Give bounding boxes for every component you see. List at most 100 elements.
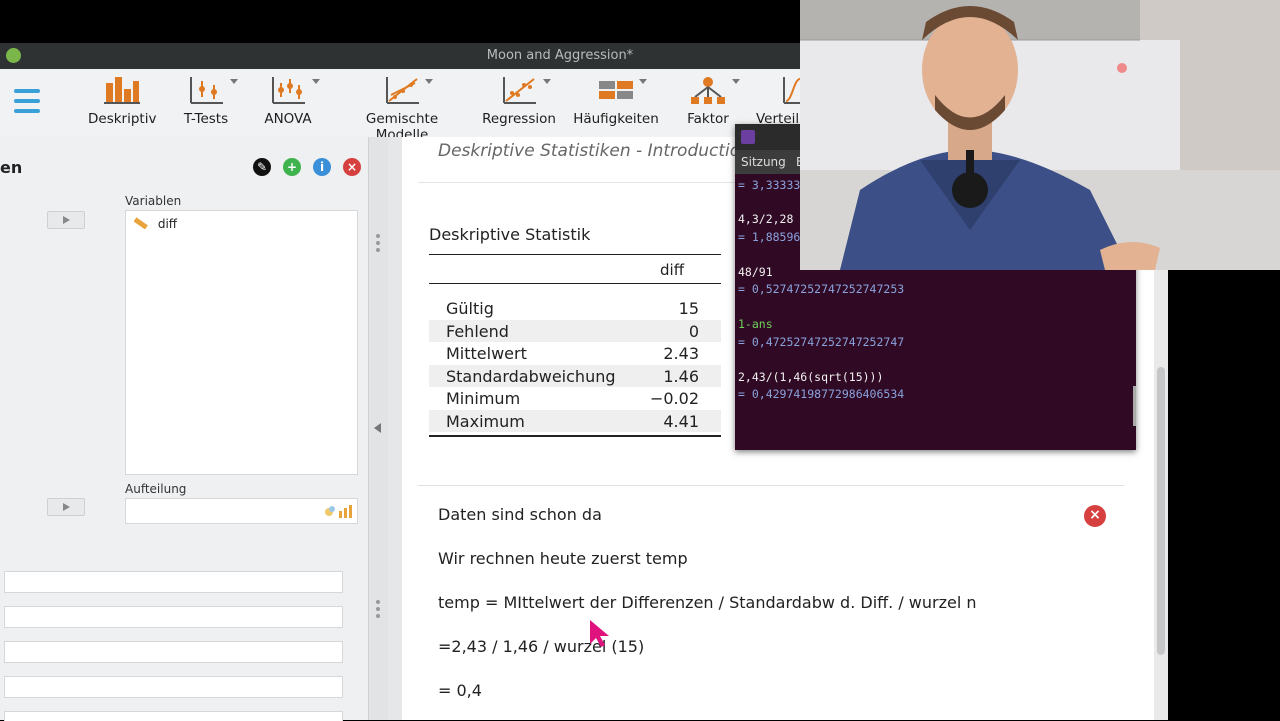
row-value: 1.46	[663, 367, 699, 386]
edit-title-icon[interactable]: ✎	[253, 158, 271, 176]
regression-icon	[503, 77, 536, 104]
ribbon-item-verteilungen[interactable]: Verteil	[756, 75, 800, 127]
distribution-icon	[783, 77, 800, 104]
move-to-split-button[interactable]	[47, 498, 85, 516]
table-rule-bottom	[429, 435, 721, 437]
table-rule-top	[429, 254, 721, 255]
black-bar-right	[1176, 270, 1280, 720]
chevron-down-icon	[230, 79, 238, 84]
ribbon-toolbar: Deskriptiv T-Tests ANOVA Gemischte Model…	[0, 69, 800, 143]
divider	[418, 485, 1124, 486]
ruler-icon	[133, 217, 148, 230]
ribbon-item-label: Deskriptiv	[88, 111, 157, 127]
table-row: Fehlend 0	[429, 320, 721, 342]
split-box[interactable]	[125, 498, 358, 524]
variables-list[interactable]: diff	[125, 210, 358, 475]
drag-handle-icon[interactable]	[376, 600, 380, 621]
options-panel-title: en	[0, 158, 23, 177]
bar-chart-icon	[104, 77, 140, 104]
option-row[interactable]	[4, 641, 343, 663]
ribbon-item-t-tests[interactable]: T-Tests	[180, 75, 238, 127]
row-value: 15	[678, 299, 699, 318]
row-label: Minimum	[446, 389, 521, 408]
chevron-down-icon	[732, 79, 740, 84]
terminal-input: 2,43/(1,46(sqrt(15)))	[738, 370, 884, 384]
hamburger-menu-icon[interactable]	[14, 89, 40, 119]
ribbon-item-label: Häufigkeiten	[573, 111, 659, 127]
anova-icon	[272, 77, 305, 104]
add-icon[interactable]: +	[283, 158, 301, 176]
row-value: 4.41	[663, 412, 699, 431]
note-line[interactable]: = 0,4	[438, 681, 482, 700]
variables-label: Variablen	[125, 194, 182, 208]
close-note-icon[interactable]: ×	[1084, 505, 1106, 527]
row-label: Gültig	[446, 299, 494, 318]
chevron-down-icon	[425, 79, 433, 84]
table-row: Gültig 15	[429, 297, 721, 319]
close-analysis-icon[interactable]: ×	[343, 158, 361, 176]
terminal-output: = 0,52747252747252747253	[738, 282, 905, 296]
table-title: Deskriptive Statistik	[429, 225, 591, 244]
chevron-down-icon	[639, 79, 647, 84]
note-line[interactable]: Daten sind schon da	[438, 505, 602, 524]
row-label: Standardabweichung	[446, 367, 616, 386]
variable-item-diff[interactable]: diff	[133, 217, 178, 231]
terminal-output: = 1,885964	[738, 230, 808, 244]
option-row[interactable]	[4, 606, 343, 628]
note-line[interactable]: Wir rechnen heute zuerst temp	[438, 549, 688, 568]
terminal-menu-sitzung[interactable]: Sitzung	[741, 155, 786, 169]
ribbon-item-label: Faktor	[687, 111, 729, 127]
table-row: Mittelwert 2.43	[429, 342, 721, 364]
mixed-models-icon	[386, 77, 419, 104]
webcam-overlay	[800, 0, 1280, 270]
chevron-down-icon	[312, 79, 320, 84]
row-label: Maximum	[446, 412, 525, 431]
move-to-variables-button[interactable]	[47, 211, 85, 229]
ribbon-item-regression[interactable]: Regression	[482, 75, 556, 127]
terminal-scrollbar[interactable]	[1133, 386, 1136, 426]
row-label: Mittelwert	[446, 344, 527, 363]
collapse-panel-icon[interactable]	[374, 423, 381, 433]
frequencies-icon	[599, 81, 633, 99]
ribbon-item-label: ANOVA	[264, 111, 312, 127]
row-value: −0.02	[649, 389, 699, 408]
drag-handle-icon[interactable]	[376, 234, 380, 255]
table-row: Standardabweichung 1.46	[429, 365, 721, 387]
t-tests-icon	[190, 77, 223, 104]
row-value: 2.43	[663, 344, 699, 363]
split-label: Aufteilung	[125, 482, 187, 496]
terminal-output: = 0,42974198772986406534	[738, 387, 905, 401]
ribbon-item-deskriptiv[interactable]: Deskriptiv	[88, 75, 156, 127]
terminal-input: 48/91	[738, 265, 773, 279]
ribbon-item-haeufigkeiten[interactable]: Häufigkeiten	[573, 75, 659, 127]
mouse-cursor-icon	[590, 620, 609, 647]
table-row: Minimum −0.02	[429, 387, 721, 409]
variable-name: diff	[157, 217, 178, 231]
terminal-input: 1-ans	[738, 317, 773, 331]
note-line[interactable]: temp = MIttelwert der Differenzen / Stan…	[438, 593, 977, 612]
terminal-output: = 0,47252747252747252747	[738, 335, 905, 349]
presenter-video	[800, 0, 1280, 270]
table-rule-header	[429, 283, 721, 284]
ribbon-item-label: T-Tests	[183, 111, 229, 127]
variable-types-icon	[325, 505, 352, 518]
scrollbar-thumb[interactable]	[1157, 367, 1165, 655]
row-value: 0	[688, 322, 699, 341]
option-row[interactable]	[4, 571, 343, 593]
chevron-down-icon	[543, 79, 551, 84]
terminal-output: = 3,333333	[738, 178, 808, 192]
option-row[interactable]	[4, 676, 343, 698]
note-line[interactable]: =2,43 / 1,46 / wurzel (15)	[438, 637, 644, 656]
ribbon-item-faktor[interactable]: Faktor	[684, 75, 740, 127]
results-heading: Deskriptive Statistiken - Introduction	[438, 141, 751, 161]
terminal-app-icon	[741, 130, 755, 144]
table-column-header: diff	[660, 261, 685, 279]
ribbon-item-gemischte-modelle[interactable]: Gemischte Modelle	[338, 75, 466, 143]
info-icon[interactable]: i	[313, 158, 331, 176]
factor-icon	[691, 77, 725, 104]
terminal-input: 4,3/2,28	[738, 212, 794, 226]
row-label: Fehlend	[446, 322, 509, 341]
table-row: Maximum 4.41	[429, 410, 721, 432]
ribbon-item-label: Regression	[482, 111, 556, 127]
ribbon-item-anova[interactable]: ANOVA	[263, 75, 320, 127]
